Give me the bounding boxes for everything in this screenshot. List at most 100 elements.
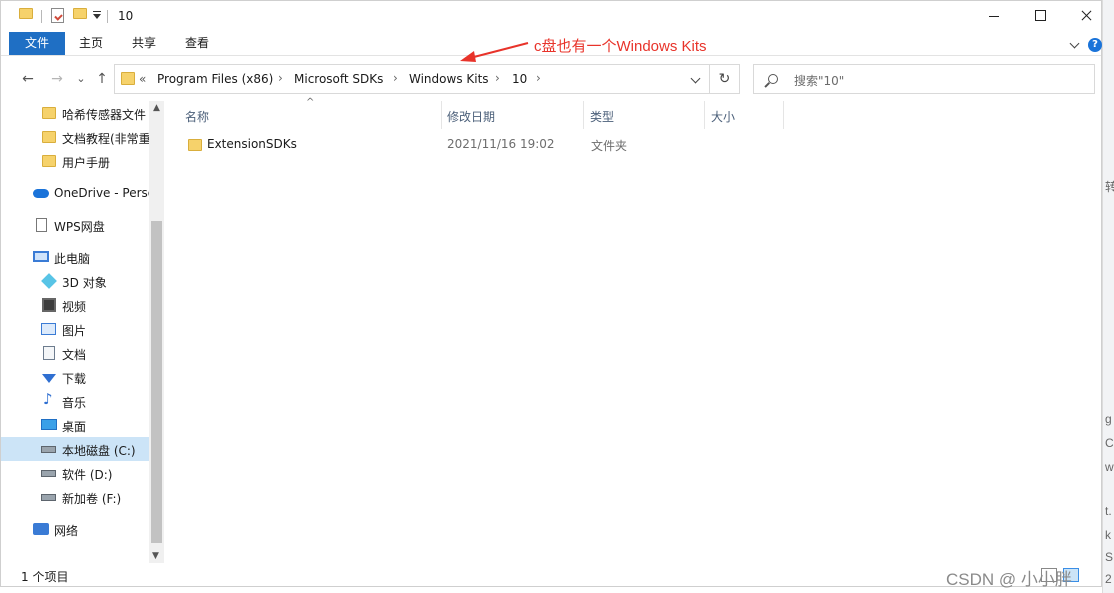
column-divider[interactable] — [783, 101, 784, 129]
csdn-watermark: CSDN @ 小小胖 — [946, 570, 1072, 589]
computer-icon — [33, 251, 49, 262]
column-header-type[interactable]: 类型 — [590, 101, 704, 129]
sidebar-item-wps-drive[interactable]: WPS网盘 — [1, 213, 149, 237]
breadcrumb-windows-kits[interactable]: Windows Kits — [409, 72, 489, 86]
sidebar-item-label: 图片 — [62, 324, 87, 338]
file-explorer-window: 10 文件 主页 共享 查看 ? c盘也有一个Windows Kits ← → … — [0, 0, 1102, 587]
expand-ribbon-icon[interactable] — [1069, 38, 1080, 49]
3d-objects-icon — [41, 273, 57, 289]
folder-icon — [42, 107, 56, 119]
search-icon — [768, 74, 778, 84]
sidebar-item-videos[interactable]: 视频 — [1, 293, 149, 317]
breadcrumb-separator-icon[interactable]: › — [495, 71, 500, 85]
folder-icon — [121, 72, 135, 85]
tab-view[interactable]: 查看 — [173, 32, 221, 55]
sidebar-item-hash-sensor-files[interactable]: 哈希传感器文件 — [1, 101, 149, 125]
background-text: S — [1105, 550, 1114, 564]
sidebar-item-label: 文档 — [62, 348, 87, 362]
scroll-down-arrow-icon[interactable]: ▼ — [152, 551, 159, 561]
file-type: 文件夹 — [591, 139, 628, 153]
address-history-dropdown[interactable] — [690, 73, 701, 84]
sidebar-item-onedrive[interactable]: OneDrive - Perso — [1, 181, 149, 205]
item-count: 1 个项目 — [21, 570, 69, 584]
tab-file[interactable]: 文件 — [9, 32, 65, 55]
table-row[interactable]: ExtensionSDKs 2021/11/16 19:02 文件夹 — [185, 133, 795, 157]
search-box[interactable]: 搜索"10" — [753, 64, 1095, 94]
address-bar[interactable]: « Program Files (x86) › Microsoft SDKs ›… — [114, 64, 710, 94]
breadcrumb-microsoft-sdks[interactable]: Microsoft SDKs — [294, 72, 383, 86]
sidebar-item-documents[interactable]: 文档 — [1, 341, 149, 365]
sidebar-item-label: 此电脑 — [54, 252, 91, 266]
sidebar-item-doc-tutorials[interactable]: 文档教程(非常重 — [1, 125, 149, 149]
sidebar-item-label: 文档教程(非常重 — [62, 132, 149, 146]
wps-icon — [36, 218, 47, 232]
back-button[interactable]: ← — [18, 69, 38, 89]
sidebar-item-label: WPS网盘 — [54, 220, 105, 234]
download-icon — [42, 374, 56, 383]
search-placeholder: 搜索"10" — [794, 74, 845, 88]
sidebar-item-network[interactable]: 网络 — [1, 517, 149, 541]
sidebar-item-this-pc[interactable]: 此电脑 — [1, 245, 149, 269]
breadcrumb-program-files-x86[interactable]: Program Files (x86) — [157, 72, 273, 86]
column-header-label: 大小 — [711, 110, 736, 124]
sidebar-item-pictures[interactable]: 图片 — [1, 317, 149, 341]
video-icon — [42, 298, 56, 312]
column-header-label: 类型 — [590, 110, 615, 124]
sidebar-item-new-volume-f[interactable]: 新加卷 (F:) — [1, 485, 149, 509]
sidebar-item-3d-objects[interactable]: 3D 对象 — [1, 269, 149, 293]
navigation-bar: ← → ⌄ ↑ « Program Files (x86) › Microsof… — [1, 57, 1101, 101]
column-header-size[interactable]: 大小 — [711, 101, 783, 129]
breadcrumb-10[interactable]: 10 — [512, 72, 527, 86]
properties-icon[interactable] — [51, 8, 64, 23]
scroll-up-arrow-icon[interactable]: ▲ — [153, 103, 160, 113]
sidebar-item-label: 桌面 — [62, 420, 87, 434]
refresh-button[interactable]: ↻ — [710, 64, 740, 94]
column-divider[interactable] — [583, 101, 584, 129]
file-name: ExtensionSDKs — [207, 137, 297, 151]
forward-button[interactable]: → — [47, 69, 67, 89]
column-header-name[interactable]: 名称 — [185, 101, 441, 129]
breadcrumb-separator-icon[interactable]: › — [536, 71, 541, 85]
folder-icon — [19, 8, 33, 19]
sidebar-item-label: 视频 — [62, 300, 87, 314]
annotation-text: c盘也有一个Windows Kits — [534, 38, 707, 55]
customize-quick-access-dropdown[interactable] — [93, 14, 101, 19]
column-header-label: 修改日期 — [447, 110, 496, 124]
desktop-icon — [41, 419, 57, 430]
background-text: k — [1105, 528, 1111, 542]
separator — [107, 10, 108, 23]
minimize-button[interactable] — [971, 1, 1017, 31]
window-title: 10 — [118, 9, 134, 23]
sidebar-item-user-manual[interactable]: 用户手册 — [1, 149, 149, 173]
sidebar-item-downloads[interactable]: 下载 — [1, 365, 149, 389]
background-text: C — [1105, 436, 1114, 450]
breadcrumb-separator-icon[interactable]: › — [393, 71, 398, 85]
column-divider[interactable] — [441, 101, 442, 129]
maximize-button[interactable] — [1017, 1, 1063, 31]
navigation-pane-scrollbar[interactable]: ▲ ▼ — [149, 101, 164, 563]
column-header-modified[interactable]: 修改日期 — [447, 101, 583, 129]
column-divider[interactable] — [704, 101, 705, 129]
sidebar-item-label: 本地磁盘 (C:) — [62, 444, 136, 458]
recent-locations-button[interactable]: ⌄ — [71, 69, 91, 89]
network-icon — [33, 523, 49, 535]
tab-share[interactable]: 共享 — [120, 32, 168, 55]
sidebar-item-software-d[interactable]: 软件 (D:) — [1, 461, 149, 485]
sidebar-item-label: 哈希传感器文件 — [62, 108, 147, 122]
scrollbar-thumb[interactable] — [151, 221, 162, 543]
folder-icon — [188, 139, 202, 151]
new-folder-icon[interactable] — [73, 8, 87, 19]
sidebar-item-label: 网络 — [54, 524, 79, 538]
music-icon: ♪ — [43, 390, 53, 408]
help-button[interactable]: ? — [1088, 38, 1102, 52]
breadcrumb-separator-icon[interactable]: › — [278, 71, 283, 85]
breadcrumb-overflow[interactable]: « — [139, 72, 146, 86]
tab-home[interactable]: 主页 — [67, 32, 115, 55]
sidebar-item-desktop[interactable]: 桌面 — [1, 413, 149, 437]
background-text: t. — [1105, 504, 1112, 518]
sidebar-item-label: 3D 对象 — [62, 276, 107, 290]
title-bar: 10 — [1, 1, 1101, 32]
up-button[interactable]: ↑ — [92, 69, 112, 89]
sidebar-item-local-disk-c[interactable]: 本地磁盘 (C:) — [1, 437, 149, 461]
sidebar-item-music[interactable]: ♪ 音乐 — [1, 389, 149, 413]
